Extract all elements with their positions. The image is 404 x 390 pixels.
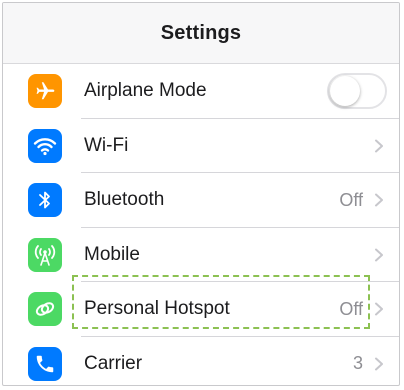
airplane-mode-label: Airplane Mode (84, 80, 207, 102)
mobile-label: Mobile (84, 243, 140, 265)
chevron-right-icon (375, 248, 383, 262)
settings-row-wifi[interactable]: Wi-Fi (3, 119, 399, 174)
chevron-right-icon (375, 302, 383, 316)
bluetooth-icon (28, 183, 62, 218)
settings-screen: Settings Airplane Mode Wi-Fi Bluetooth O… (2, 2, 400, 386)
settings-row-bluetooth[interactable]: Bluetooth Off (3, 173, 399, 228)
personal-hotspot-status: Off (339, 298, 363, 319)
carrier-label: Carrier (84, 352, 143, 374)
carrier-value: 3 (352, 353, 363, 374)
settings-row-carrier[interactable]: Carrier 3 (3, 337, 399, 386)
settings-row-airplane-mode: Airplane Mode (3, 64, 399, 119)
settings-list: Airplane Mode Wi-Fi Bluetooth Off Mobile… (3, 64, 399, 386)
phone-icon (28, 346, 62, 381)
bluetooth-status: Off (339, 189, 363, 210)
hotspot-link-icon (28, 292, 62, 327)
chevron-right-icon (375, 357, 383, 371)
wifi-label: Wi-Fi (84, 134, 129, 156)
settings-row-mobile[interactable]: Mobile (3, 228, 399, 283)
airplane-icon (28, 74, 62, 109)
nav-bar: Settings (3, 3, 399, 64)
bluetooth-label: Bluetooth (84, 189, 165, 211)
chevron-right-icon (375, 193, 383, 207)
wifi-icon (28, 128, 62, 163)
chevron-right-icon (375, 139, 383, 153)
personal-hotspot-label: Personal Hotspot (84, 298, 230, 320)
page-title: Settings (160, 21, 242, 44)
toggle-knob (330, 76, 360, 107)
airplane-mode-toggle[interactable] (327, 73, 387, 110)
antenna-icon (28, 237, 62, 272)
settings-row-personal-hotspot[interactable]: Personal Hotspot Off (3, 282, 399, 337)
